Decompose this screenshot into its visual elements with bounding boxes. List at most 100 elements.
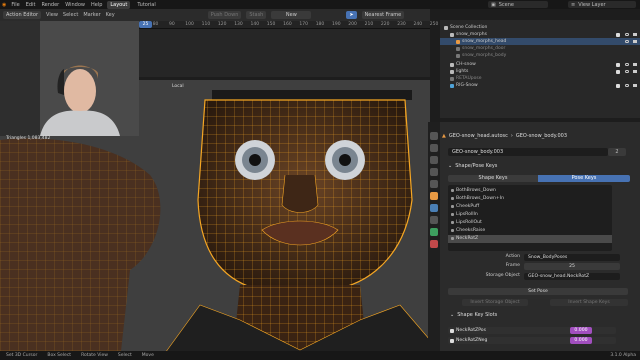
action-channels-area[interactable] (139, 29, 430, 77)
blender-logo-icon[interactable]: ◉ (2, 2, 6, 8)
storage-object-field[interactable]: GEO-snow_head.NeckRotZ (524, 273, 620, 280)
collection-icon (444, 25, 448, 30)
select-tool-icon[interactable]: ➤ (346, 11, 357, 19)
menu-window[interactable]: Window (64, 2, 86, 8)
ruler-tick-label: 120 (217, 22, 227, 27)
menu-edit[interactable]: Edit (25, 2, 37, 8)
exclude-checkbox[interactable] (616, 83, 620, 88)
editor-mode-dropdown[interactable]: Action Editor (3, 11, 42, 19)
output-tab-icon[interactable] (430, 156, 438, 164)
tab-layout[interactable]: Layout (107, 0, 131, 9)
ruler-tick-label: 150 (266, 22, 276, 27)
slot-value[interactable]: 0.000 (570, 327, 592, 334)
world-tab-icon[interactable] (430, 180, 438, 188)
outliner-row[interactable]: RETAUpose (440, 75, 640, 82)
list-item[interactable]: LipsRollOut (448, 219, 612, 227)
ruler-tick-label: 80 (152, 22, 159, 27)
transform-orientation-dropdown[interactable]: Local (172, 84, 184, 89)
view-layer-selector[interactable]: ≡ View Layer (568, 1, 636, 8)
material-tab-icon[interactable] (430, 240, 438, 248)
tab-tutorial[interactable]: Tutorial (134, 1, 158, 9)
ruler-tick-label: 90 (169, 22, 175, 27)
menu-view[interactable]: View (46, 12, 58, 18)
invert-shape-keys-button[interactable]: Invert Shape Keys (550, 299, 628, 306)
modifier-tab-icon[interactable] (430, 204, 438, 212)
armature-icon (450, 83, 454, 88)
shape-key-slot[interactable]: NeckRotZNeg 0.000 (448, 337, 616, 344)
new-action-button[interactable]: New (271, 11, 312, 19)
menu-marker[interactable]: Marker (83, 12, 100, 18)
ruler-tick-label: 190 (332, 22, 341, 27)
outliner-row[interactable]: snow_morphs (440, 31, 640, 38)
ruler-tick-label: 100 (185, 22, 194, 27)
scene-label: Scene (498, 1, 514, 8)
view-layer-label: View Layer (578, 1, 606, 8)
outliner-panel: Scene Collection snow_morphs snow_morphs… (440, 20, 640, 118)
version-label: 3.1.0 Alpha (610, 353, 636, 358)
physics-tab-icon[interactable] (430, 216, 438, 224)
outliner-row[interactable]: snow_morphs_door (440, 45, 640, 52)
slots-panel-header[interactable]: ⌄ Shape Key Slots (450, 312, 497, 318)
collection-icon (450, 62, 454, 67)
menu-select[interactable]: Select (63, 12, 78, 18)
camera-icon[interactable] (633, 63, 637, 66)
invert-storage-button[interactable]: Invert Storage Object (462, 299, 528, 306)
menu-render[interactable]: Render (40, 2, 60, 8)
render-tab-icon[interactable] (430, 144, 438, 152)
list-item[interactable]: CheeksRaise (448, 227, 612, 235)
list-item[interactable]: BothBrows_Down (448, 187, 612, 195)
shape-key-slot[interactable]: NeckRotZPos 0.000 (448, 327, 616, 334)
mesh-icon (456, 53, 460, 58)
mesh-data-tab-icon[interactable] (430, 228, 438, 236)
eye-icon[interactable] (625, 84, 629, 87)
menu-key[interactable]: Key (106, 12, 115, 18)
action-editor-header: Action Editor View Select Marker Key Pus… (0, 9, 430, 21)
list-item-selected[interactable]: NeckRotZ (448, 235, 612, 243)
list-item[interactable]: CheekPuff (448, 203, 612, 211)
exclude-checkbox[interactable] (616, 69, 620, 74)
camera-icon[interactable] (633, 70, 637, 73)
frame-field[interactable]: 25 (524, 263, 620, 270)
set-pose-button[interactable]: Set Pose (448, 288, 628, 295)
eye-icon[interactable] (625, 70, 629, 73)
scene-tab-icon[interactable] (430, 168, 438, 176)
action-field[interactable]: Snow_BodyPoses (524, 254, 620, 261)
camera-icon[interactable] (633, 84, 637, 87)
stash-button[interactable]: Stash (246, 11, 267, 19)
push-down-button[interactable]: Push Down (207, 11, 242, 19)
list-item[interactable]: LipsRollIn (448, 211, 612, 219)
menu-file[interactable]: File (10, 2, 20, 8)
object-tab-icon[interactable] (430, 192, 438, 200)
eye-icon[interactable] (625, 63, 629, 66)
ruler-tick-label: 140 (250, 22, 260, 27)
outliner-row[interactable]: lights (440, 68, 640, 75)
slot-value[interactable]: 0.000 (570, 337, 592, 344)
pose-key-list[interactable]: BothBrows_Down BothBrows_Down+In CheekPu… (448, 185, 612, 251)
current-frame-indicator[interactable]: 25 (139, 21, 152, 28)
breadcrumb: ▲ GEO-snow_head.autosc › GEO-snow_body.0… (442, 132, 567, 139)
menu-help[interactable]: Help (90, 2, 103, 8)
mesh-users-count[interactable]: 2 (608, 148, 626, 156)
mesh-datablock-field[interactable]: GEO-snow_body.003 (448, 148, 608, 156)
outliner-row[interactable]: Scene Collection (440, 24, 640, 31)
tab-shape-keys[interactable]: Shape Keys (448, 175, 538, 182)
camera-icon[interactable] (633, 33, 637, 36)
tab-pose-keys[interactable]: Pose Keys (538, 175, 630, 182)
shape-pose-panel-header[interactable]: ⌄ Shape/Pose Keys (448, 162, 628, 170)
ruler-tick-label: 130 (234, 22, 243, 27)
camera-icon[interactable] (633, 40, 637, 43)
outliner-row[interactable]: CH-snow (440, 61, 640, 68)
eye-icon[interactable] (625, 40, 629, 43)
list-item[interactable]: BothBrows_Down+In (448, 195, 612, 203)
status-item: Box Select (47, 353, 72, 358)
snapping-dropdown[interactable]: Nearest Frame (361, 11, 405, 19)
exclude-checkbox[interactable] (616, 62, 620, 67)
outliner-row[interactable]: snow_morphs_head (440, 38, 640, 45)
exclude-checkbox[interactable] (616, 32, 620, 37)
outliner-row[interactable]: snow_morphs_body (440, 52, 640, 59)
outliner-row[interactable]: RIG-Snow (440, 82, 640, 89)
eye-icon[interactable] (625, 33, 629, 36)
tool-tab-icon[interactable] (430, 132, 438, 140)
mesh-icon (456, 39, 460, 44)
scene-selector[interactable]: ▣ Scene (488, 1, 548, 8)
